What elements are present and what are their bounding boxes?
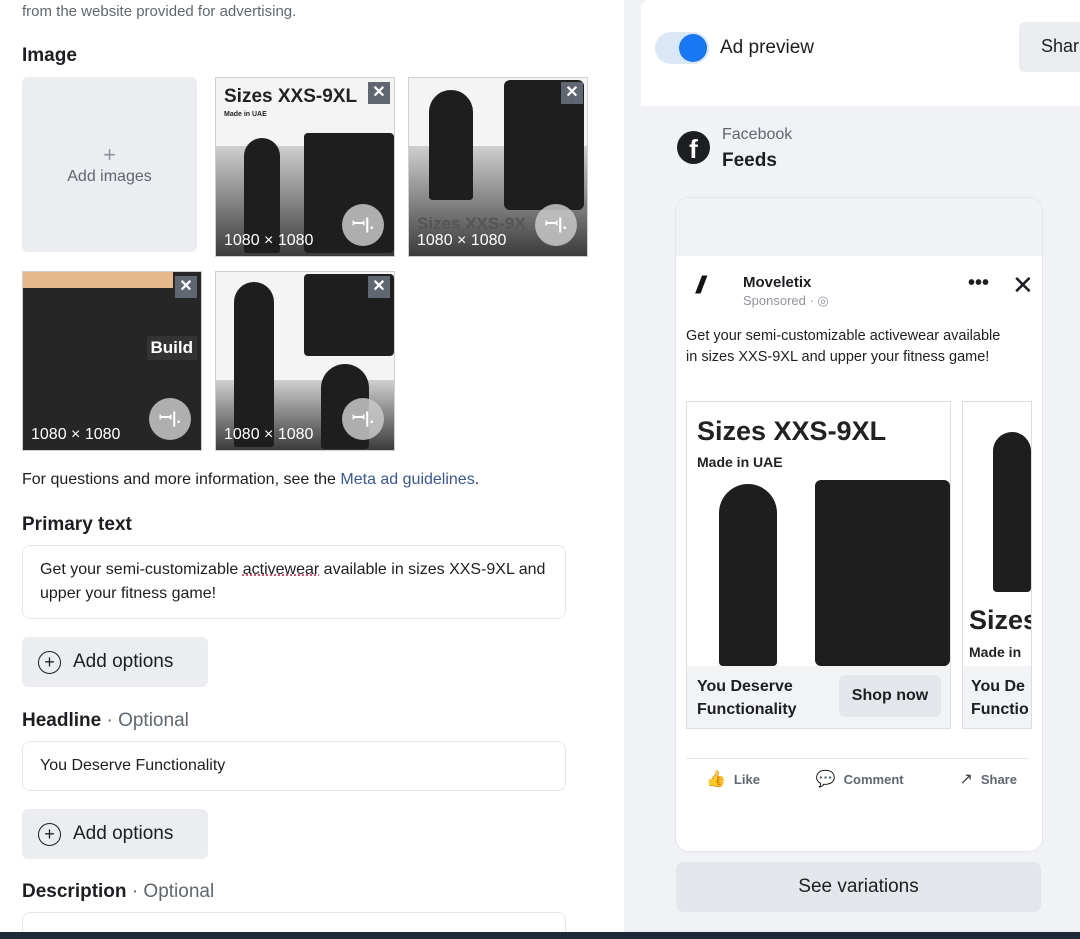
- guidelines-note: For questions and more information, see …: [22, 471, 480, 488]
- remove-image-icon[interactable]: ✕: [561, 82, 583, 104]
- card-headline: You Deserve Functionality: [697, 678, 797, 718]
- primary-text-title: Primary text: [22, 514, 132, 535]
- description-title: Description · Optional: [22, 881, 215, 902]
- remove-image-icon[interactable]: ✕: [175, 276, 197, 298]
- ad-preview-label: Ad preview: [720, 37, 814, 58]
- share-button[interactable]: Shar: [1019, 22, 1080, 72]
- thumbnail-subtitle: Made in UAE: [224, 111, 267, 118]
- image-dimensions: 1080 × 1080: [31, 426, 121, 443]
- headline-field[interactable]: You Deserve Functionality: [22, 741, 566, 791]
- add-images-label: Add images: [67, 167, 152, 185]
- card-image: Sizes XXS-9XL Made in UAE: [687, 402, 950, 666]
- crop-icon[interactable]: ꟷ|.: [342, 398, 384, 440]
- image-dimensions: 1080 × 1080: [224, 426, 314, 443]
- card-image: Sizes Made in: [963, 402, 1031, 666]
- card-image-subtitle: Made in: [969, 644, 1022, 660]
- card-headline: You De Functio: [971, 678, 1029, 718]
- share-post-button[interactable]: ↗ Share: [959, 769, 1017, 789]
- image-dimensions: 1080 × 1080: [417, 232, 507, 249]
- card-image-title: Sizes: [969, 605, 1031, 635]
- like-button[interactable]: 👍 Like: [706, 769, 760, 789]
- image-dimensions: 1080 × 1080: [224, 232, 314, 249]
- image-section-title: Image: [22, 45, 77, 66]
- card-image-title: Sizes XXS-9XL: [697, 416, 887, 446]
- remove-image-icon[interactable]: ✕: [368, 82, 390, 104]
- add-circle-icon: +: [38, 650, 61, 674]
- brand-logo-icon: //: [696, 272, 706, 299]
- add-options-button[interactable]: + Add options: [22, 809, 208, 859]
- carousel-card[interactable]: Sizes XXS-9XL Made in UAE You Deserve Fun…: [686, 401, 951, 729]
- like-icon: 👍: [706, 771, 726, 788]
- shop-now-button[interactable]: Shop now: [839, 675, 941, 717]
- image-thumbnail[interactable]: ✕ ꟷ|. 1080 × 1080: [215, 271, 395, 451]
- crop-icon[interactable]: ꟷ|.: [149, 398, 191, 440]
- headline-title: Headline · Optional: [22, 710, 189, 731]
- ad-preview-panel: Ad preview Shar f Facebook Feeds // Move…: [641, 0, 1080, 932]
- comment-button[interactable]: 💬 Comment: [816, 769, 904, 789]
- more-options-icon[interactable]: •••: [968, 272, 989, 295]
- add-images-button[interactable]: + Add images: [22, 77, 197, 252]
- image-thumbnail[interactable]: Sizes XXS-9X ✕ ꟷ|. 1080 × 1080: [408, 77, 588, 257]
- share-icon: ↗: [959, 771, 973, 788]
- crop-icon[interactable]: ꟷ|.: [535, 204, 577, 246]
- build-badge: Build: [146, 336, 197, 360]
- card-image-subtitle: Made in UAE: [697, 454, 783, 470]
- model-photo: [719, 484, 777, 666]
- model-photo: [993, 432, 1031, 592]
- see-variations-button[interactable]: See variations: [676, 862, 1041, 912]
- plus-icon: +: [103, 141, 116, 167]
- ad-editor-panel: from the website provided for advertisin…: [0, 0, 624, 939]
- image-thumbnail[interactable]: Build ✕ ꟷ|. 1080 × 1080: [22, 271, 202, 451]
- post-actions: 👍 Like 💬 Comment ↗ Share: [686, 758, 1029, 789]
- model-photo: [815, 480, 950, 666]
- thumbnail-title: Sizes XXS-9XL: [224, 86, 358, 107]
- add-circle-icon: +: [38, 822, 61, 846]
- brand-name: Moveletix: [743, 274, 812, 291]
- sponsored-label: Sponsored · ◎: [743, 293, 829, 308]
- post-text: Get your semi-customizable activewear av…: [686, 328, 1001, 365]
- image-thumbnail[interactable]: Sizes XXS-9XL Made in UAE ✕ ꟷ|. 1080 × 1…: [215, 77, 395, 257]
- platform-label: Facebook: [722, 126, 793, 143]
- model-photo: [234, 282, 274, 447]
- placement-label: Feeds: [722, 150, 777, 171]
- primary-text-field[interactable]: Get your semi-customizable activewear av…: [22, 545, 566, 619]
- taskbar: [0, 932, 1080, 939]
- meta-ad-guidelines-link[interactable]: Meta ad guidelines: [340, 471, 474, 488]
- close-icon[interactable]: ✕: [1012, 270, 1034, 301]
- feed-preview-device: // Moveletix Sponsored · ◎ ••• ✕ Get you…: [675, 197, 1043, 852]
- remove-image-icon[interactable]: ✕: [368, 276, 390, 298]
- spellcheck-word: activewear: [242, 561, 320, 578]
- ad-post: // Moveletix Sponsored · ◎ ••• ✕ Get you…: [676, 256, 1042, 796]
- facebook-icon: f: [677, 131, 710, 164]
- crop-icon[interactable]: ꟷ|.: [342, 204, 384, 246]
- intro-text: from the website provided for advertisin…: [22, 3, 297, 20]
- comment-icon: 💬: [815, 771, 836, 788]
- add-options-button[interactable]: + Add options: [22, 637, 208, 687]
- thumbnail-title: Sizes XXS-9X: [417, 214, 526, 233]
- ad-preview-toggle[interactable]: [655, 32, 709, 64]
- carousel-card[interactable]: Sizes Made in You DeFunctio: [962, 401, 1032, 729]
- model-photo: [429, 90, 473, 200]
